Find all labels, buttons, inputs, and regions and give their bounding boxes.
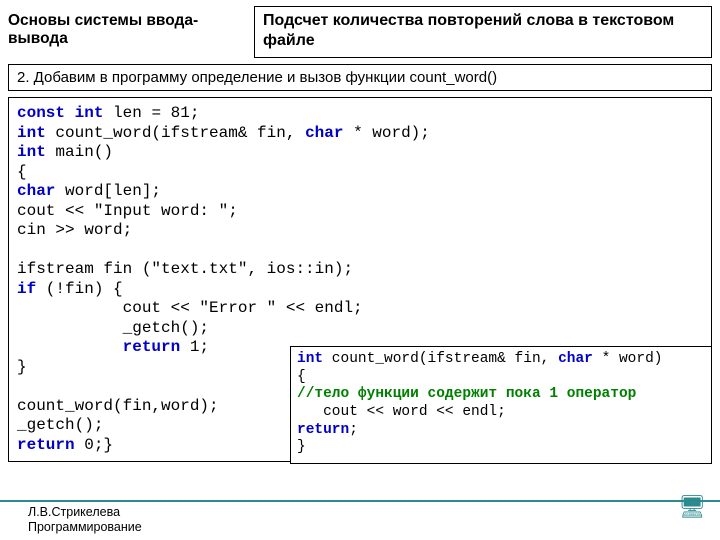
code-text: * word): [593, 351, 663, 367]
code-text: }: [17, 358, 27, 376]
code-text: * word);: [343, 124, 429, 142]
page-title: Основы системы ввода-вывода: [8, 6, 254, 48]
code-text: cout << "Error " << endl;: [17, 299, 363, 317]
topic-box: Подсчет количества повторений слова в те…: [254, 6, 712, 58]
code-text: count_word(fin,word);: [17, 397, 219, 415]
comment: //тело функции содержит пока 1 оператор: [297, 386, 636, 402]
code-text: 1;: [180, 338, 209, 356]
code-text: count_word(ifstream& fin,: [323, 351, 558, 367]
code-text: count_word(ifstream& fin,: [46, 124, 305, 142]
code-text: cout << word << endl;: [297, 404, 506, 420]
footer: Л.В.Стрикелева Программирование: [28, 505, 142, 536]
code-text: 0;}: [75, 436, 113, 454]
kw: return: [123, 338, 181, 356]
kw: return: [17, 436, 75, 454]
step-box: 2. Добавим в программу определение и выз…: [8, 64, 712, 91]
kw: return: [297, 422, 349, 438]
code-text: ;: [349, 422, 358, 438]
code-text: }: [297, 439, 306, 455]
kw: int: [75, 104, 104, 122]
kw: const: [17, 104, 65, 122]
footer-course: Программирование: [28, 520, 142, 536]
kw: char: [305, 124, 343, 142]
footer-author: Л.В.Стрикелева: [28, 505, 142, 521]
code-text: [17, 338, 123, 356]
kw: int: [297, 351, 323, 367]
kw: char: [558, 351, 593, 367]
code-text: {: [17, 163, 27, 181]
code-text: cin >> word;: [17, 221, 132, 239]
decorative-icon: 🖥: [678, 494, 706, 520]
code-text: {: [297, 369, 306, 385]
kw: if: [17, 280, 36, 298]
code-text: _getch();: [17, 319, 209, 337]
code-text: ifstream fin ("text.txt", ios::in);: [17, 260, 353, 278]
code-text: word[len];: [55, 182, 161, 200]
kw: int: [17, 124, 46, 142]
code-text: len = 81;: [103, 104, 199, 122]
decorative-line: [0, 500, 720, 502]
kw: int: [17, 143, 46, 161]
code-text: main(): [46, 143, 113, 161]
code-function: int count_word(ifstream& fin, char * wor…: [290, 346, 712, 464]
code-text: cout << "Input word: ";: [17, 202, 238, 220]
code-text: (!fin) {: [36, 280, 122, 298]
kw: char: [17, 182, 55, 200]
code-text: _getch();: [17, 416, 103, 434]
